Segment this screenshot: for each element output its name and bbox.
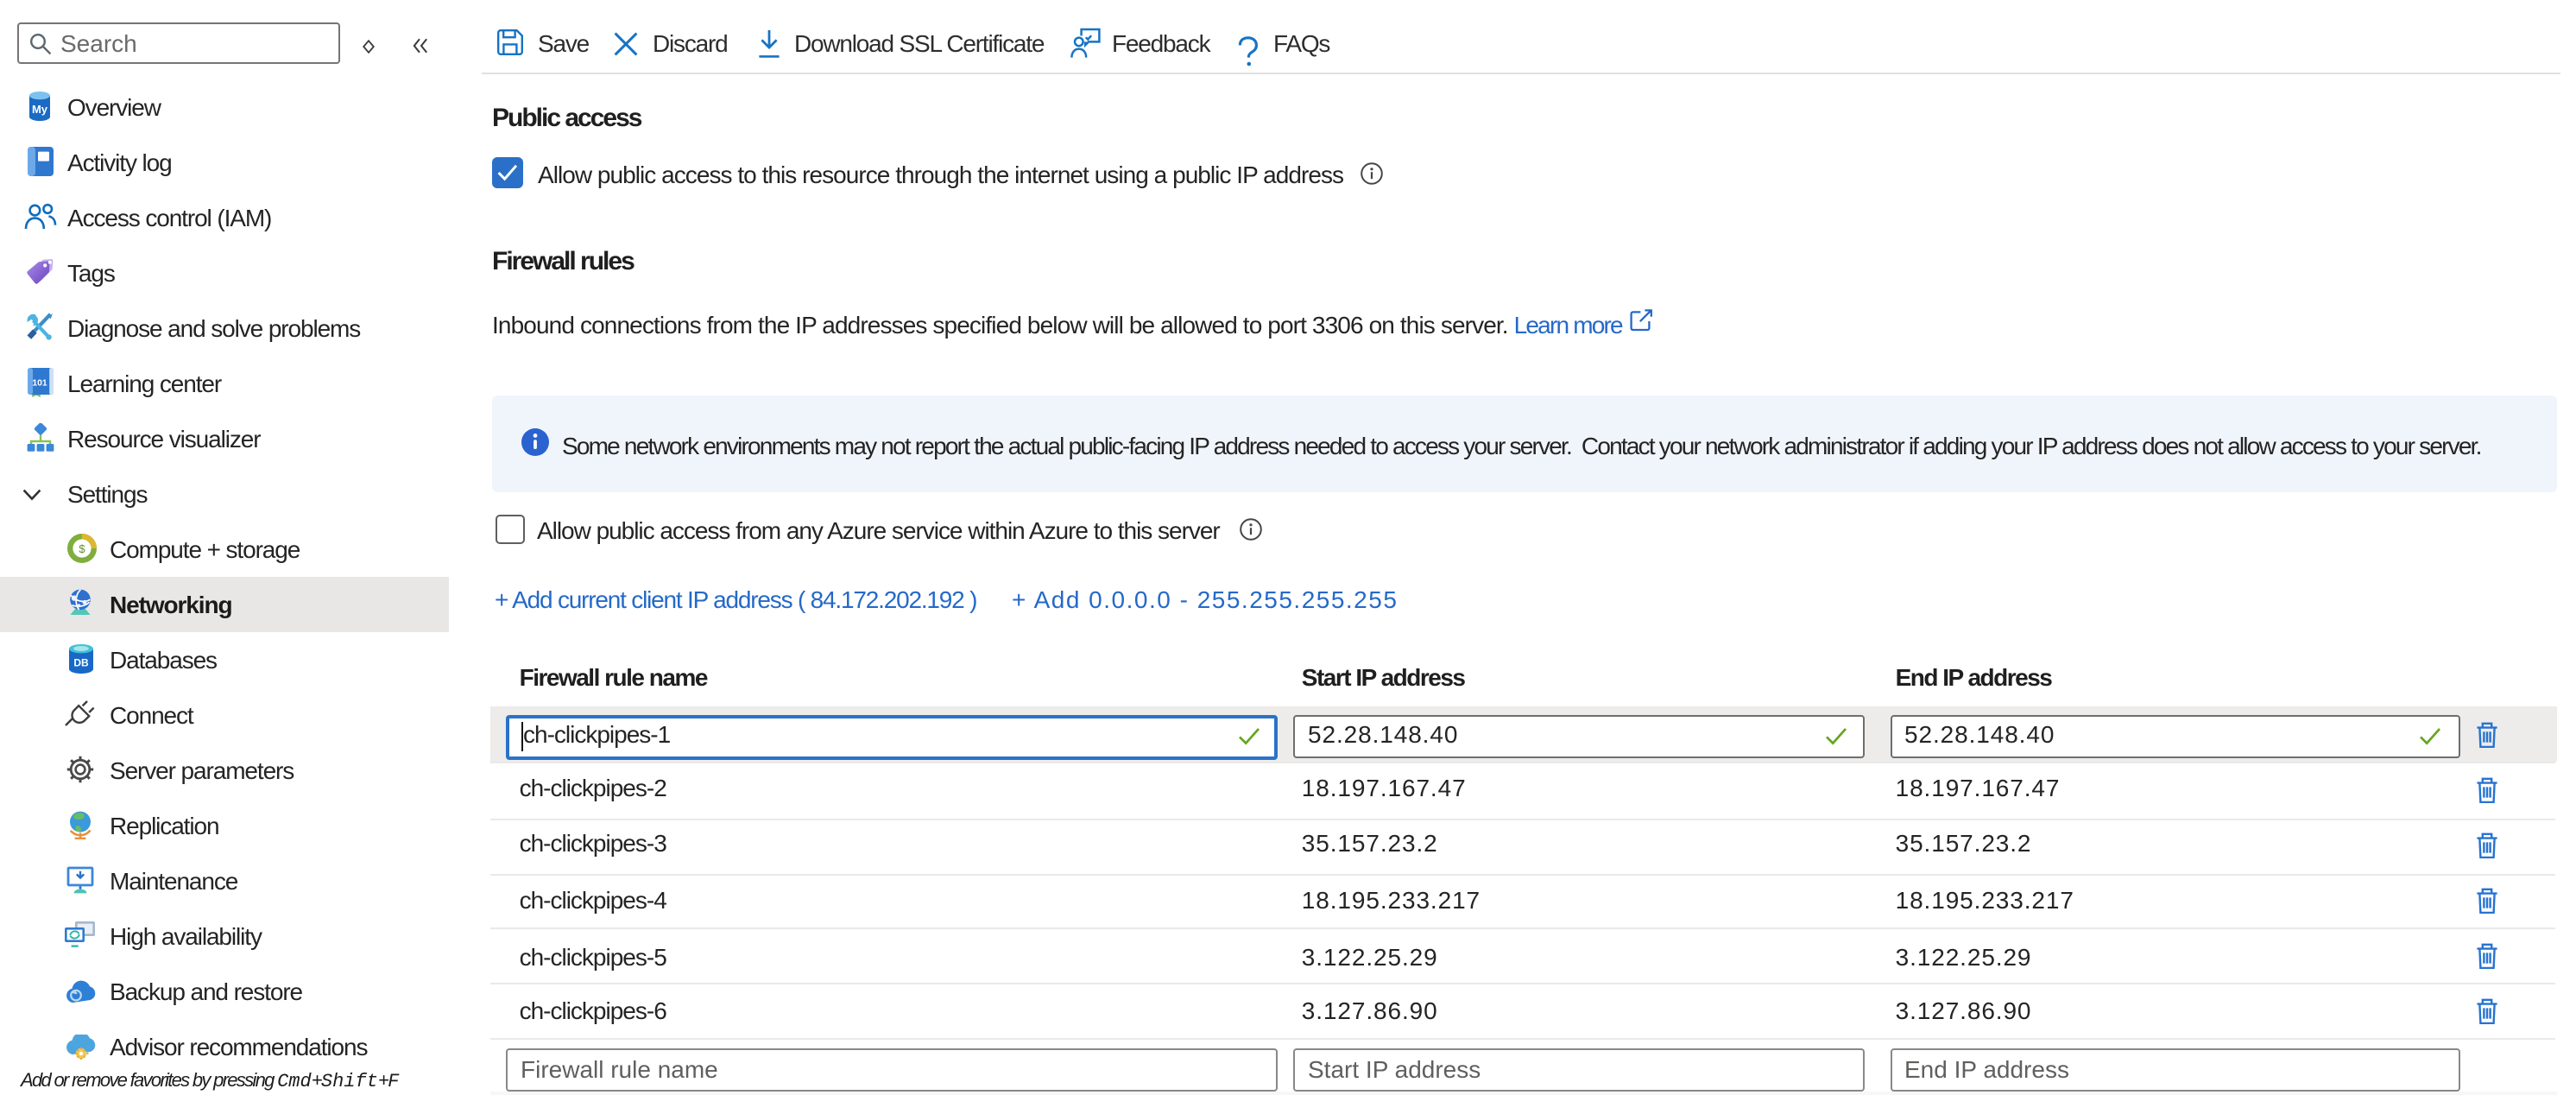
svg-text:101: 101 — [32, 378, 47, 388]
svg-text:$: $ — [79, 542, 85, 555]
svg-text:My: My — [32, 102, 48, 115]
svg-text:DB: DB — [73, 655, 89, 668]
